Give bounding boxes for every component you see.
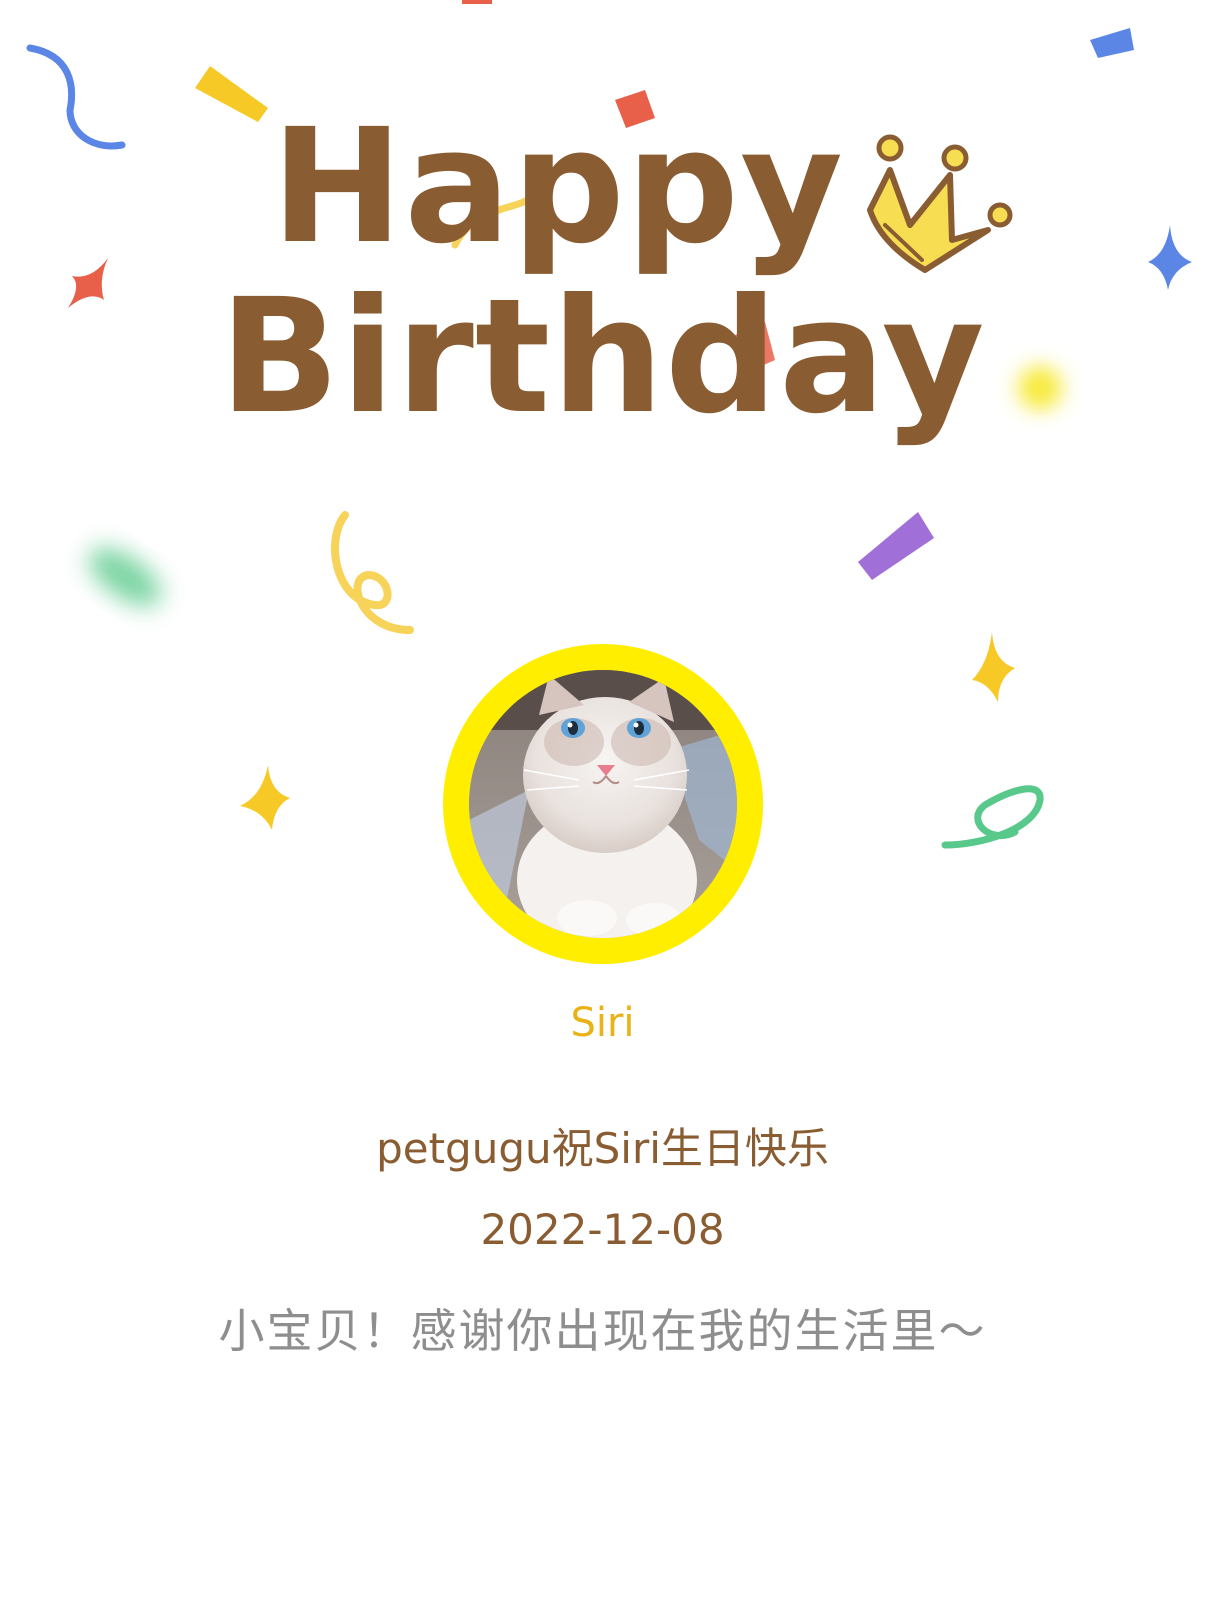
- confetti-squiggle: [941, 785, 1044, 849]
- confetti-piece: [1090, 28, 1134, 58]
- confetti-sparkle: [240, 765, 290, 830]
- confetti-sparkle: [972, 632, 1015, 702]
- cat-avatar: [469, 670, 737, 938]
- title-happy: Happy: [270, 95, 845, 279]
- confetti-piece: [858, 512, 934, 580]
- confetti-blur: [88, 547, 162, 607]
- confetti-squiggle: [331, 511, 414, 634]
- greeting-text: petgugu祝Siri生日快乐: [376, 1124, 829, 1173]
- birthday-date: 2022-12-08: [480, 1205, 725, 1254]
- birthday-card: Happy Birthday Siri petgugu祝Siri生日快乐 202…: [0, 0, 1205, 1607]
- crown-icon: [867, 134, 1013, 273]
- confetti-piece: [462, 0, 492, 4]
- pet-name: Siri: [570, 1000, 635, 1046]
- title-birthday: Birthday: [219, 265, 986, 449]
- birthday-message: 小宝贝！感谢你出现在我的生活里～: [218, 1304, 987, 1358]
